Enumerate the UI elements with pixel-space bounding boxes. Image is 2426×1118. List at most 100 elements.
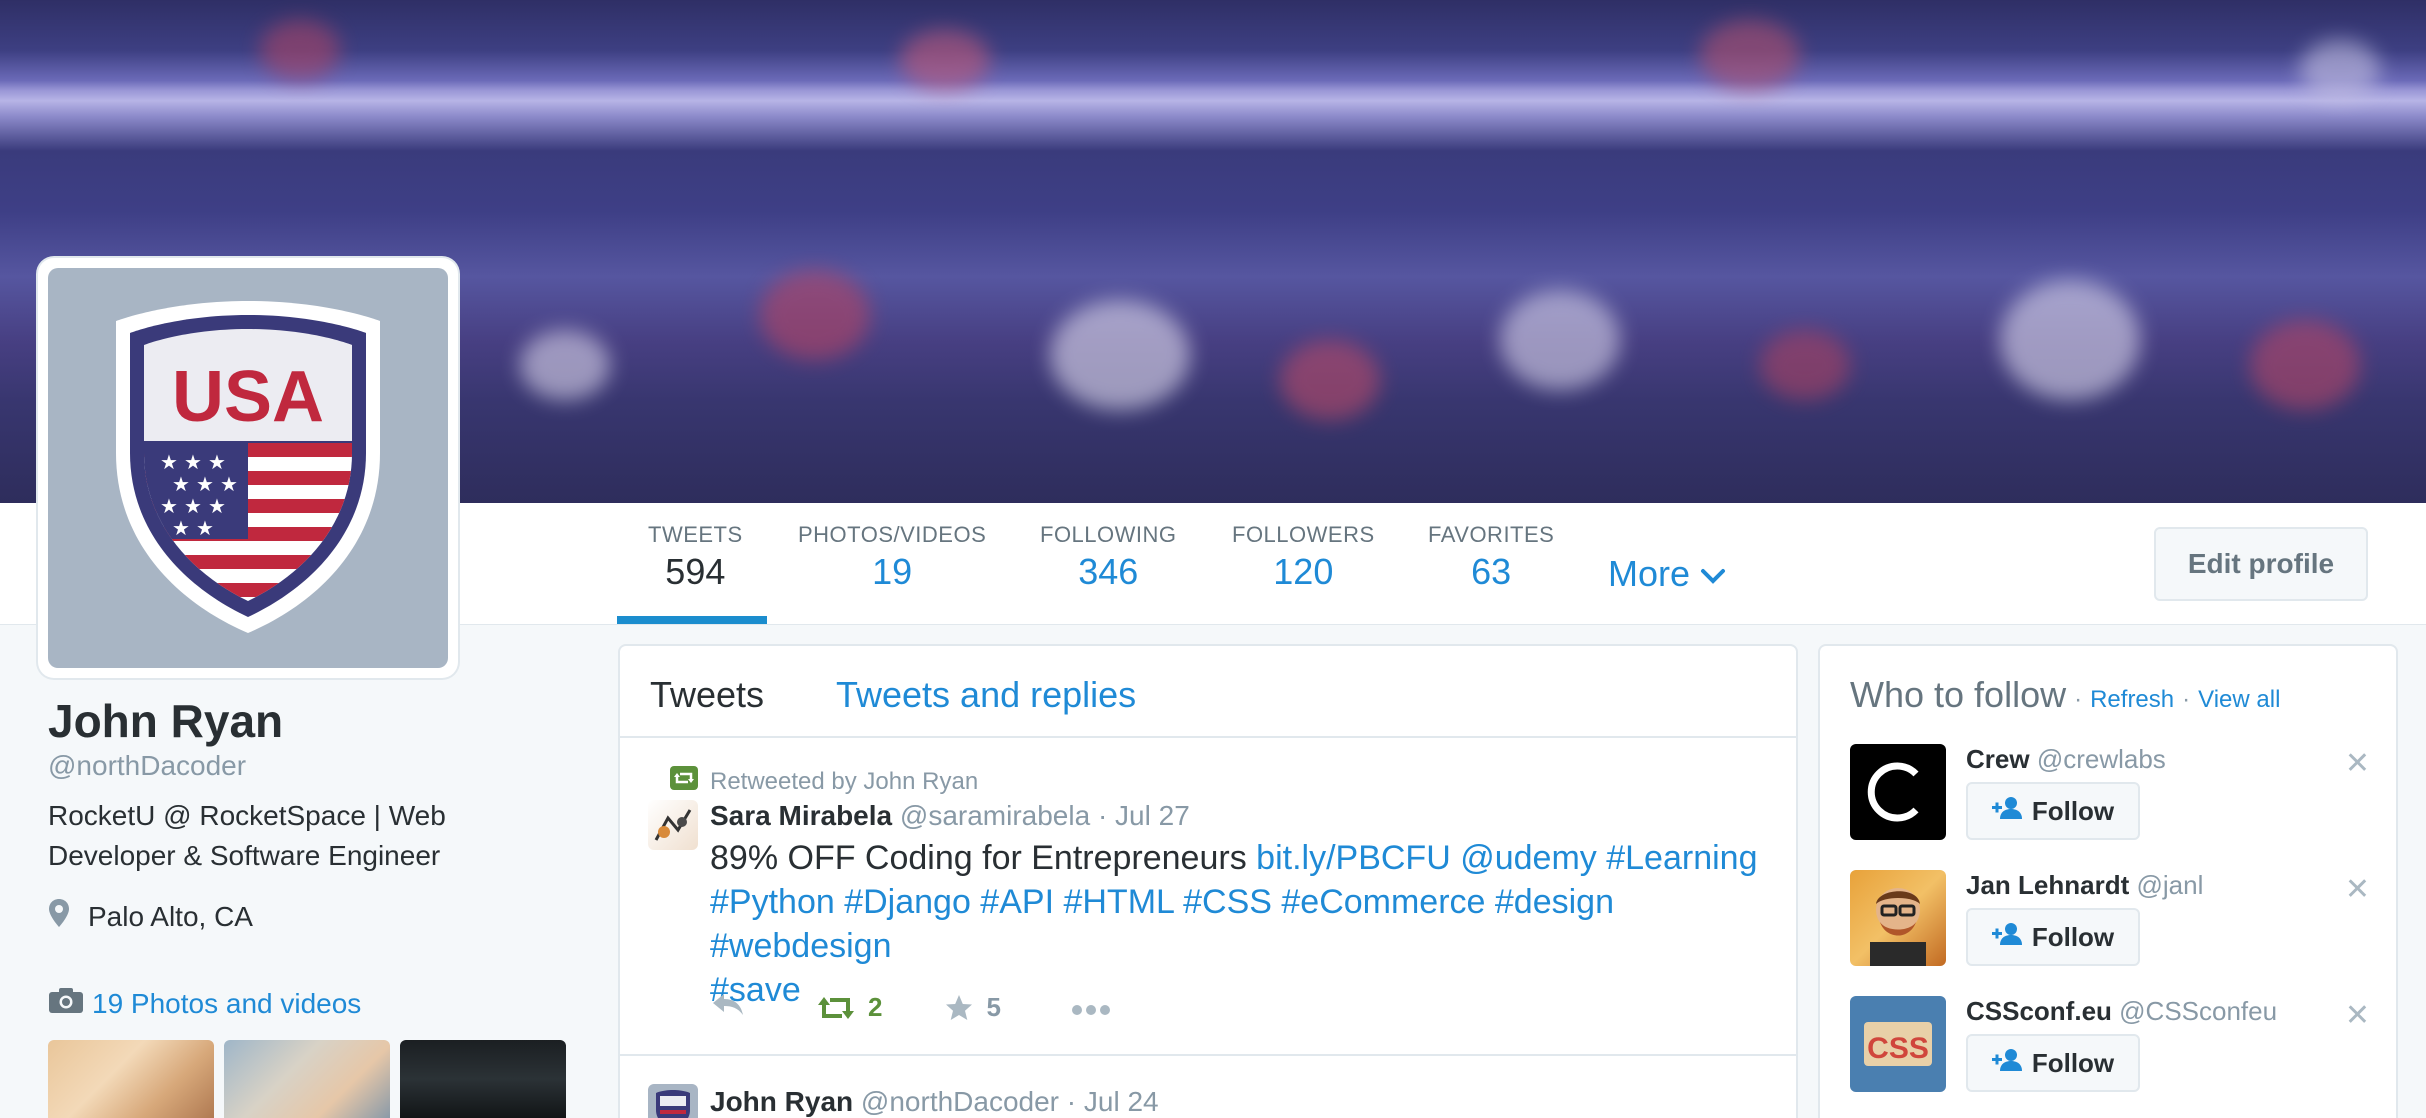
stat-followers[interactable]: FOLLOWERS 120: [1232, 522, 1375, 592]
photo-thumbnail[interactable]: [400, 1040, 566, 1118]
profile-handle[interactable]: @northDacoder: [48, 750, 246, 782]
follow-button[interactable]: Follow: [1966, 908, 2140, 966]
favorite-button[interactable]: 5: [944, 992, 1001, 1023]
user-handle: @janl: [2136, 870, 2204, 900]
tweet-header: John Ryan @northDacoder · Jul 24: [710, 1086, 1159, 1118]
follow-label: Follow: [2031, 1047, 2115, 1078]
refresh-link[interactable]: Refresh: [2090, 686, 2174, 714]
svg-text:★: ★: [160, 450, 178, 474]
stat-value: 594: [665, 551, 726, 592]
add-user-icon: [1991, 796, 2022, 827]
user-name-line[interactable]: CSSconf.eu @CSSconfeu: [1966, 996, 2277, 1027]
tweet-author-name[interactable]: Sara Mirabela: [710, 800, 892, 831]
location-pin-icon: [48, 898, 70, 935]
user-avatar[interactable]: CSS: [1850, 996, 1946, 1092]
profile-bio: RocketU @ RocketSpace | Web Developer & …: [48, 800, 446, 871]
user-name-line[interactable]: Jan Lehnardt @janl: [1966, 870, 2203, 901]
retweet-button[interactable]: 2: [816, 992, 882, 1023]
stat-tweets[interactable]: TWEETS 594: [648, 522, 743, 592]
follow-button[interactable]: Follow: [1966, 782, 2140, 840]
location-text: Palo Alto, CA: [88, 900, 253, 932]
stat-value: 19: [872, 551, 913, 592]
svg-text:★: ★: [172, 472, 190, 496]
photos-videos-link[interactable]: 19 Photos and videos: [48, 986, 361, 1021]
who-to-follow-panel: Who to follow · Refresh · View all Crew …: [1818, 644, 2398, 1118]
view-all-link[interactable]: View all: [2198, 686, 2280, 714]
photo-thumbnail[interactable]: [48, 1040, 214, 1118]
who-to-follow-title: Who to follow: [1850, 674, 2067, 715]
tweet-text-plain: 89% OFF Coding for Entrepreneurs: [710, 839, 1257, 877]
add-user-icon: [1991, 1048, 2022, 1079]
stat-label: PHOTOS/VIDEOS: [798, 522, 987, 547]
user-avatar[interactable]: [1850, 870, 1946, 966]
follow-button[interactable]: Follow: [1966, 1034, 2140, 1092]
separator-dot: ·: [2182, 686, 2191, 713]
tweet-date[interactable]: · Jul 27: [1098, 800, 1190, 831]
retweet-context: Retweeted by John Ryan: [670, 766, 978, 797]
add-user-icon: [1991, 922, 2022, 953]
stat-value: 120: [1273, 551, 1334, 592]
user-avatar[interactable]: [1850, 744, 1946, 840]
tweet-link[interactable]: bit.ly/PBCFU: [1256, 839, 1451, 877]
svg-text:★: ★: [184, 450, 202, 474]
tweet-hashtag[interactable]: #Learning: [1606, 839, 1757, 877]
dismiss-icon[interactable]: ✕: [2345, 998, 2370, 1033]
svg-text:USA: USA: [172, 357, 324, 437]
dismiss-icon[interactable]: ✕: [2345, 746, 2370, 781]
tweet-actions: 2 5: [710, 990, 1111, 1025]
stat-label: FOLLOWING: [1040, 522, 1177, 547]
profile-avatar[interactable]: USA ★ ★ ★ ★ ★ ★ ★ ★ ★ ★ ★: [38, 258, 458, 678]
photos-link-label: 19 Photos and videos: [92, 987, 362, 1019]
separator-dot: ·: [2074, 686, 2083, 713]
suggested-user: Crew @crewlabs Follow ✕: [1850, 744, 2370, 844]
follow-label: Follow: [2031, 921, 2115, 952]
more-dropdown[interactable]: More: [1608, 553, 1726, 595]
photo-thumbnail[interactable]: [224, 1040, 390, 1118]
reply-icon[interactable]: [710, 990, 746, 1025]
tweet-author-handle[interactable]: @saramirabela: [900, 800, 1090, 831]
svg-text:★: ★: [172, 516, 190, 540]
tweet-date[interactable]: · Jul 24: [1067, 1086, 1159, 1117]
chevron-down-icon: [1700, 553, 1726, 594]
user-handle: @crewlabs: [2036, 744, 2166, 774]
profile-name: John Ryan: [48, 695, 284, 747]
svg-text:★: ★: [208, 494, 226, 518]
user-name: Crew: [1966, 744, 2030, 774]
stat-label: FAVORITES: [1428, 522, 1555, 547]
follow-label: Follow: [2031, 795, 2115, 826]
stat-value: 346: [1078, 551, 1139, 592]
tweet-hashtags[interactable]: #Python #Django #API #HTML #CSS #eCommer…: [710, 883, 1614, 965]
svg-text:CSS: CSS: [1867, 1032, 1929, 1065]
svg-text:★: ★: [196, 472, 214, 496]
tweet-header: Sara Mirabela @saramirabela · Jul 27: [710, 800, 1190, 832]
svg-text:★: ★: [196, 516, 214, 540]
more-options-icon[interactable]: [1071, 992, 1111, 1023]
star-icon: [946, 994, 973, 1020]
edit-profile-button[interactable]: Edit profile: [2154, 527, 2368, 601]
stat-photos-videos[interactable]: PHOTOS/VIDEOS 19: [798, 522, 986, 592]
stat-following[interactable]: FOLLOWING 346: [1040, 522, 1177, 592]
dismiss-icon[interactable]: ✕: [2345, 872, 2370, 907]
svg-text:★: ★: [184, 494, 202, 518]
retweeted-by-text: Retweeted by John Ryan: [710, 767, 979, 795]
profile-location: Palo Alto, CA: [48, 898, 253, 935]
tweet-author-name[interactable]: John Ryan: [710, 1086, 853, 1117]
tweet-mention[interactable]: @udemy: [1460, 839, 1597, 877]
favorite-count: 5: [986, 992, 1001, 1022]
user-name-line[interactable]: Crew @crewlabs: [1966, 744, 2166, 775]
usa-shield-icon: USA ★ ★ ★ ★ ★ ★ ★ ★ ★ ★ ★: [116, 301, 380, 633]
tweet-text: 89% OFF Coding for Entrepreneurs bit.ly/…: [710, 836, 1780, 1012]
stat-value: 63: [1471, 551, 1512, 592]
tweet-author-avatar[interactable]: [648, 1084, 698, 1118]
tweet-author-handle[interactable]: @northDacoder: [861, 1086, 1059, 1117]
tweet-author-avatar[interactable]: [648, 800, 698, 850]
user-name: Jan Lehnardt: [1966, 870, 2130, 900]
retweet-badge-icon: [670, 766, 698, 797]
retweet-count: 2: [868, 992, 883, 1022]
suggested-user: Jan Lehnardt @janl Follow ✕: [1850, 870, 2370, 970]
svg-text:★: ★: [160, 494, 178, 518]
svg-text:★: ★: [208, 450, 226, 474]
active-tab-underline: [617, 616, 767, 624]
tweet[interactable]: John Ryan @northDacoder · Jul 24: [618, 1056, 1798, 1118]
stat-favorites[interactable]: FAVORITES 63: [1428, 522, 1554, 592]
